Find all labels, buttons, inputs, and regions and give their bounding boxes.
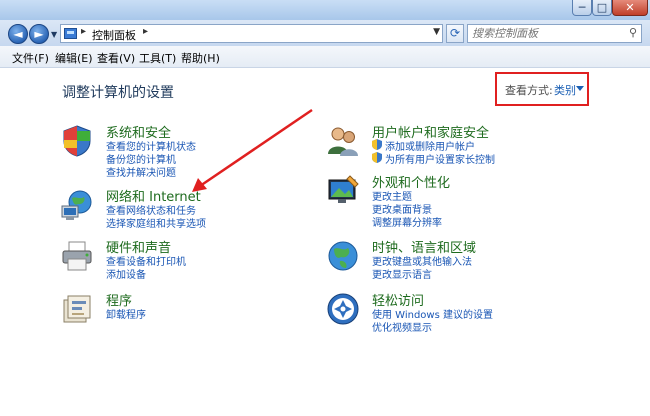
breadcrumb-separator-icon[interactable]: ▸ [143,26,148,37]
maximize-button[interactable]: □ [592,0,612,16]
programs-icon[interactable] [60,292,94,326]
link-change-display-language[interactable]: 更改显示语言 [372,266,432,281]
view-by-selector: 查看方式: 类别 [495,72,589,106]
printer-icon[interactable] [60,239,94,273]
page-title: 调整计算机的设置 [62,85,174,101]
link-text[interactable]: 为所有用户设置家长控制 [385,155,495,166]
address-bar[interactable]: ▸ 控制面板 ▸ ▼ [60,24,443,43]
minimize-button[interactable]: ─ [572,0,592,16]
close-button[interactable]: ✕ [612,0,648,16]
chevron-down-icon[interactable] [576,86,584,91]
title-bar: ─ □ ✕ [0,0,650,20]
uac-shield-icon [372,152,382,163]
minimize-icon: ─ [578,1,586,14]
back-arrow-icon: ◄ [13,27,23,41]
link-troubleshoot[interactable]: 查找并解决问题 [106,164,176,179]
main-content: 调整计算机的设置 查看方式: 类别 系统和安全 查看您的计算机状态 备份您的计算… [0,68,650,416]
link-optimize-video-display[interactable]: 优化视频显示 [372,319,432,334]
refresh-icon: ⟳ [449,26,461,40]
breadcrumb-separator-icon[interactable]: ▸ [81,26,86,37]
link-homegroup-sharing[interactable]: 选择家庭组和共享选项 [106,215,206,230]
link-screen-resolution[interactable]: 调整屏幕分辨率 [372,214,442,229]
close-icon: ✕ [625,1,635,14]
search-box[interactable]: ⚲ [467,24,642,43]
address-history-chevron-down-icon[interactable]: ▼ [433,27,440,37]
shield-icon[interactable] [60,124,94,158]
breadcrumb-control-panel[interactable]: 控制面板 [92,27,136,43]
link-parental-controls[interactable]: 为所有用户设置家长控制 [372,151,495,166]
appearance-monitor-icon[interactable] [326,174,360,208]
link-add-device[interactable]: 添加设备 [106,266,146,281]
view-by-value[interactable]: 类别 [554,82,576,98]
link-uninstall-program[interactable]: 卸载程序 [106,306,146,321]
navigation-bar: ◄ ► ▼ ▸ 控制面板 ▸ ▼ ⟳ ⚲ [0,20,650,46]
control-panel-icon [64,28,77,39]
forward-button[interactable]: ► [29,24,49,44]
control-panel-window: ─ □ ✕ ◄ ► ▼ ▸ 控制面板 ▸ ▼ ⟳ ⚲ 文件(F) 编辑(E) 查… [0,0,650,416]
menu-edit[interactable]: 编辑(E) [55,50,93,66]
users-icon[interactable] [326,124,360,158]
refresh-button[interactable]: ⟳ [446,24,464,43]
globe-clock-icon[interactable] [326,239,360,273]
search-icon[interactable]: ⚲ [629,26,637,39]
menu-bar: 文件(F) 编辑(E) 查看(V) 工具(T) 帮助(H) [0,46,650,68]
back-button[interactable]: ◄ [8,24,28,44]
menu-help[interactable]: 帮助(H) [181,50,220,66]
forward-arrow-icon: ► [34,27,44,41]
network-globe-icon[interactable] [60,188,94,222]
menu-view[interactable]: 查看(V) [97,50,135,66]
maximize-icon: □ [596,1,608,14]
menu-file[interactable]: 文件(F) [12,50,49,66]
recent-pages-chevron-down-icon[interactable]: ▼ [51,30,57,39]
search-input[interactable] [472,26,622,41]
uac-shield-icon [372,139,382,150]
view-by-label: 查看方式: [505,84,553,97]
ease-of-access-icon[interactable] [326,292,360,326]
menu-tools[interactable]: 工具(T) [139,50,176,66]
